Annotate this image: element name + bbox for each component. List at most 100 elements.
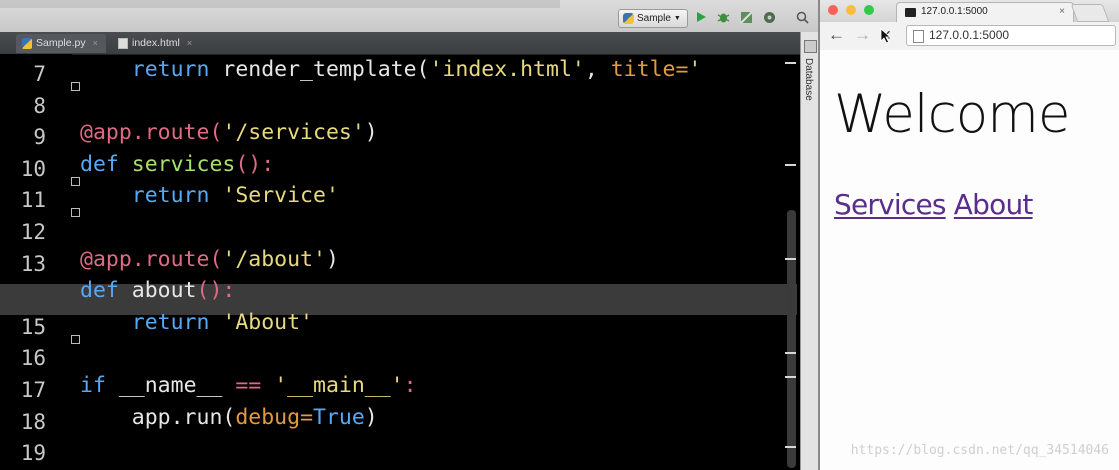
fold-marker-icon[interactable]	[71, 176, 80, 186]
line-number: 12	[20, 220, 46, 244]
right-tool-strip: Database	[800, 32, 818, 470]
debug-button[interactable]	[716, 10, 730, 24]
marker-tick	[785, 352, 796, 354]
terminal-favicon-icon	[905, 8, 916, 17]
coverage-icon	[739, 10, 753, 24]
browser-toolbar: ← → ✕ 127.0.0.1:5000	[820, 22, 1119, 51]
search-everywhere-button[interactable]	[795, 10, 809, 24]
browser-window: 127.0.0.1:5000 × ← → ✕ 127.0.0.1:5000 We…	[818, 0, 1119, 470]
browser-tab[interactable]: 127.0.0.1:5000 ×	[896, 2, 1074, 23]
code-line: @app.route('/services')	[80, 117, 378, 149]
line-number: 8	[33, 93, 46, 118]
code-token: @app.route(	[80, 120, 223, 146]
code-token: )	[364, 120, 378, 146]
line-number: 18	[20, 409, 46, 434]
database-icon	[804, 40, 817, 53]
code-token: ():	[196, 278, 236, 304]
chevron-down-icon: ▼	[673, 15, 681, 22]
coverage-button[interactable]	[739, 10, 753, 24]
code-token: return	[80, 309, 223, 335]
line-number: 16	[20, 346, 46, 371]
code-token: return	[80, 183, 223, 209]
address-url: 127.0.0.1:5000	[929, 28, 1010, 42]
code-line: def services():	[80, 149, 274, 181]
page-heading: Welcome	[834, 84, 1070, 145]
bug-icon	[717, 13, 729, 22]
gear-icon	[763, 11, 775, 23]
new-tab-button[interactable]	[1070, 4, 1110, 22]
services-link[interactable]: Services	[834, 188, 946, 221]
profile-button[interactable]	[762, 10, 776, 24]
code-editor[interactable]: return render_template('index.html', tit…	[80, 54, 790, 470]
fold-marker-icon[interactable]	[71, 334, 80, 344]
line-number: 13	[20, 251, 46, 276]
code-token: __name__	[118, 373, 236, 398]
python-icon	[623, 13, 634, 24]
code-token: ,	[584, 57, 611, 82]
forward-arrow-icon[interactable]: →	[854, 26, 871, 44]
code-token: '/services'	[222, 120, 365, 146]
fold-marker-icon[interactable]	[71, 208, 80, 218]
code-token: True	[313, 404, 365, 430]
code-token: ():	[235, 151, 275, 177]
line-number: 10	[20, 156, 46, 181]
python-file-icon	[22, 38, 32, 49]
close-icon[interactable]: ×	[93, 34, 98, 53]
code-token: services	[131, 151, 236, 177]
close-icon[interactable]: ×	[187, 34, 192, 53]
tab-sample-py[interactable]: Sample.py ×	[16, 34, 106, 53]
scrollbar-thumb[interactable]	[787, 210, 796, 468]
about-link[interactable]: About	[954, 188, 1034, 221]
line-number: 19	[20, 441, 46, 466]
page-viewport: Welcome Services About	[820, 50, 1119, 470]
search-icon	[796, 11, 809, 24]
code-token: return	[80, 57, 223, 82]
marker-tick	[785, 258, 796, 260]
code-token: title=	[610, 57, 689, 82]
run-button[interactable]	[694, 10, 708, 24]
ide-toolbar: Sample ▼	[0, 0, 818, 33]
code-line: return 'About'	[80, 307, 313, 339]
minimize-window-icon[interactable]	[846, 5, 856, 15]
code-line: app.run(debug=True)	[80, 402, 378, 434]
code-token: )	[325, 246, 339, 272]
marker-tick	[785, 446, 796, 448]
marker-tick	[785, 164, 796, 166]
line-number: 11	[20, 188, 46, 213]
code-token: about	[131, 278, 197, 304]
run-config-label: Sample	[637, 13, 671, 24]
close-window-icon[interactable]	[828, 5, 838, 15]
code-token: '	[688, 57, 702, 82]
code-line: def about():	[80, 275, 235, 307]
line-number: 15	[20, 314, 46, 339]
database-panel-label[interactable]: Database	[803, 58, 814, 101]
address-bar[interactable]: 127.0.0.1:5000	[906, 25, 1116, 46]
code-token: render_template(	[222, 57, 430, 82]
code-token: 'About'	[222, 309, 313, 335]
code-token: def	[80, 278, 132, 304]
back-arrow-icon[interactable]: ←	[828, 26, 845, 44]
code-token: ==	[235, 373, 275, 398]
code-token: debug=	[235, 404, 314, 430]
play-icon	[697, 12, 706, 22]
tab-label: Sample.py	[36, 37, 86, 49]
line-number: 9	[33, 125, 46, 150]
code-token: 'index.html'	[429, 57, 585, 82]
nav-links: Services About	[834, 188, 1033, 221]
watermark: https://blog.csdn.net/qq_34514046	[850, 443, 1109, 458]
marker-tick	[785, 376, 796, 378]
ide-title-area	[0, 0, 560, 8]
code-token: app.run(	[80, 404, 236, 430]
code-line: if __name__ == '__main__':	[80, 370, 417, 402]
code-token: def	[80, 151, 132, 177]
run-config-dropdown[interactable]: Sample ▼	[618, 9, 688, 28]
mouse-cursor-icon	[880, 28, 892, 44]
zoom-window-icon[interactable]	[864, 5, 874, 15]
code-token: 'Service'	[222, 183, 339, 209]
tab-index-html[interactable]: index.html ×	[112, 34, 200, 53]
marker-tick	[785, 62, 796, 64]
fold-marker-icon[interactable]	[71, 82, 80, 91]
html-file-icon	[118, 38, 128, 49]
close-tab-icon[interactable]: ×	[1059, 3, 1065, 21]
code-token: '/about'	[222, 246, 326, 272]
